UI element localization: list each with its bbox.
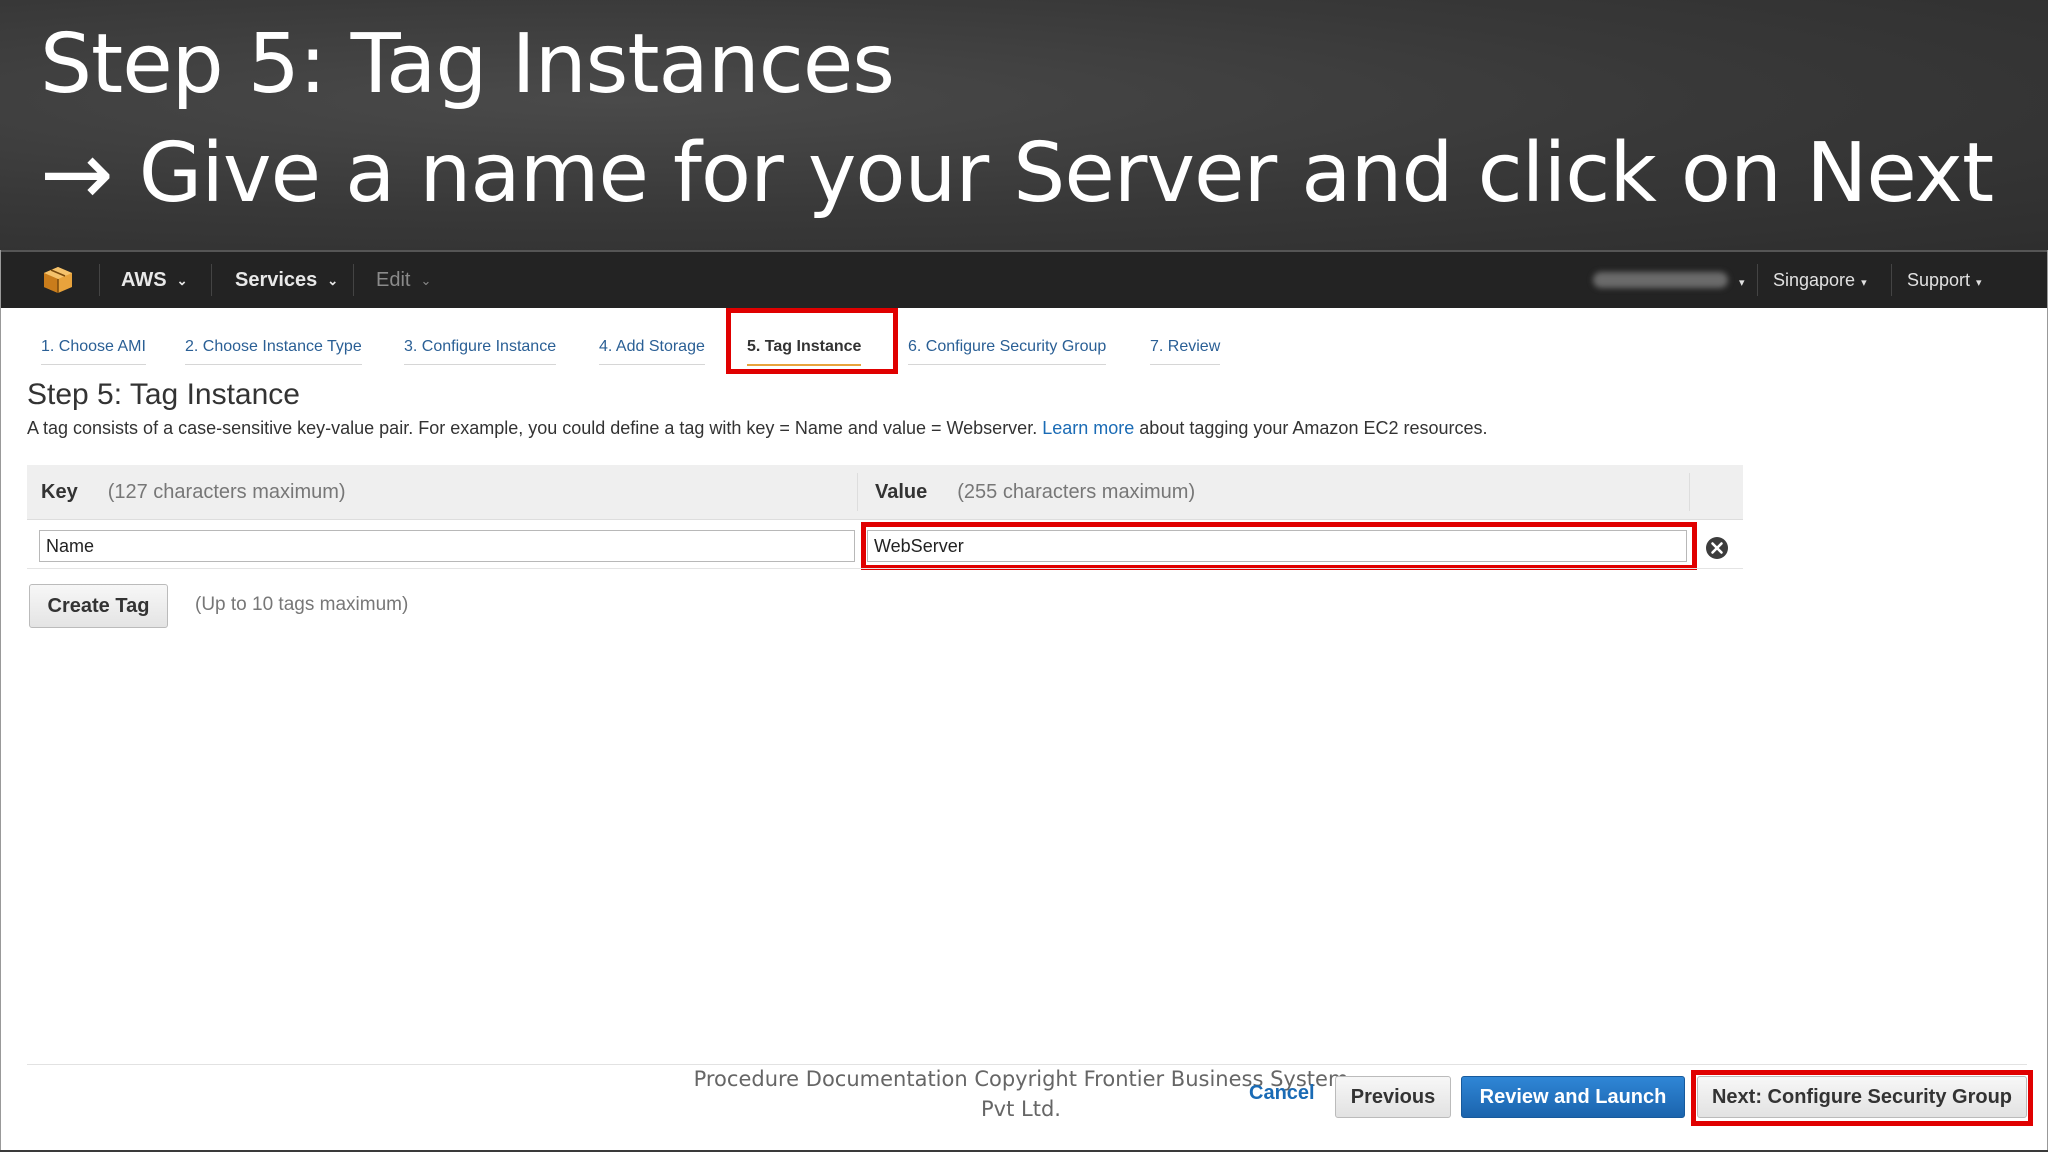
- services-menu[interactable]: Services ⌄: [235, 252, 338, 308]
- services-menu-label: Services: [235, 269, 318, 291]
- key-header-hint: (127 characters maximum): [107, 481, 346, 503]
- highlight-value-input: [861, 522, 1697, 570]
- right-arrow-icon: →: [40, 122, 114, 225]
- tab-choose-ami[interactable]: 1. Choose AMI: [41, 330, 146, 365]
- nav-separator: [99, 264, 100, 296]
- value-header-label: Value: [875, 481, 928, 503]
- nav-separator: [353, 264, 354, 296]
- nav-separator: [1891, 264, 1892, 296]
- aws-menu[interactable]: AWS ⌄: [121, 252, 187, 308]
- caret-down-icon: ▾: [1976, 277, 1982, 289]
- page-description: A tag consists of a case-sensitive key-v…: [27, 418, 1488, 439]
- caret-down-icon: ▾: [1861, 277, 1867, 289]
- cancel-link[interactable]: Cancel: [1249, 1082, 1315, 1105]
- tag-table-header: Key (127 characters maximum) Value (255 ch…: [27, 465, 1743, 520]
- aws-navbar: AWS ⌄ Services ⌄ Edit ⌄ ▾ Singapore ▾ Suppor…: [1, 250, 2047, 308]
- nav-separator: [1757, 264, 1758, 296]
- account-name-redacted[interactable]: [1593, 272, 1728, 288]
- tab-add-storage[interactable]: 4. Add Storage: [599, 330, 705, 365]
- highlight-next-button: [1691, 1070, 2033, 1126]
- wizard-tabs: 1. Choose AMI 2. Choose Instance Type 3.…: [1, 330, 2047, 370]
- aws-menu-label: AWS: [121, 269, 167, 291]
- value-header-hint: (255 characters maximum): [957, 481, 1196, 503]
- aws-cube-icon[interactable]: [43, 266, 73, 294]
- caret-down-icon: ▾: [1739, 277, 1745, 289]
- tab-choose-instance-type[interactable]: 2. Choose Instance Type: [185, 330, 362, 365]
- slide-header: Step 5: Tag Instances → Give a name for …: [0, 0, 2048, 250]
- column-divider: [857, 473, 858, 511]
- edit-menu-label: Edit: [376, 269, 411, 291]
- nav-separator: [211, 264, 212, 296]
- edit-menu[interactable]: Edit ⌄: [376, 252, 431, 308]
- tag-key-input[interactable]: Name: [39, 530, 855, 562]
- tab-configure-security-group[interactable]: 6. Configure Security Group: [908, 330, 1107, 365]
- remove-tag-icon[interactable]: [1705, 536, 1729, 560]
- learn-more-link[interactable]: Learn more: [1042, 418, 1134, 438]
- create-tag-button[interactable]: Create Tag: [29, 584, 168, 628]
- review-and-launch-button[interactable]: Review and Launch: [1461, 1076, 1685, 1118]
- highlight-tag-instance-tab: [726, 308, 898, 374]
- slide-title: Step 5: Tag Instances: [40, 17, 895, 112]
- previous-button[interactable]: Previous: [1335, 1076, 1451, 1118]
- description-text-end: about tagging your Amazon EC2 resources.: [1139, 418, 1488, 438]
- create-tag-hint: (Up to 10 tags maximum): [195, 594, 409, 615]
- aws-console-screenshot: AWS ⌄ Services ⌄ Edit ⌄ ▾ Singapore ▾ Suppor…: [0, 250, 2048, 1150]
- slide-subtitle-text: Give a name for your Server and click on…: [138, 126, 1994, 222]
- page-title: Step 5: Tag Instance: [27, 378, 300, 411]
- chevron-down-icon: ⌄: [327, 272, 339, 288]
- account-caret[interactable]: ▾: [1733, 252, 1745, 308]
- key-header-label: Key: [41, 481, 78, 503]
- chevron-down-icon: ⌄: [176, 272, 188, 288]
- tab-configure-instance[interactable]: 3. Configure Instance: [404, 330, 557, 365]
- chevron-down-icon: ⌄: [420, 272, 432, 288]
- slide-subtitle: → Give a name for your Server and click …: [40, 122, 1994, 225]
- key-column-header: Key (127 characters maximum): [41, 465, 346, 519]
- support-menu[interactable]: Support ▾: [1907, 252, 1982, 308]
- region-menu[interactable]: Singapore ▾: [1773, 252, 1867, 308]
- value-column-header: Value (255 characters maximum): [875, 465, 1195, 519]
- row-divider: [27, 568, 1743, 569]
- column-divider: [1689, 473, 1690, 511]
- region-label: Singapore: [1773, 270, 1856, 290]
- description-text: A tag consists of a case-sensitive key-v…: [27, 418, 1038, 438]
- support-label: Support: [1907, 270, 1971, 290]
- tab-review[interactable]: 7. Review: [1150, 330, 1221, 365]
